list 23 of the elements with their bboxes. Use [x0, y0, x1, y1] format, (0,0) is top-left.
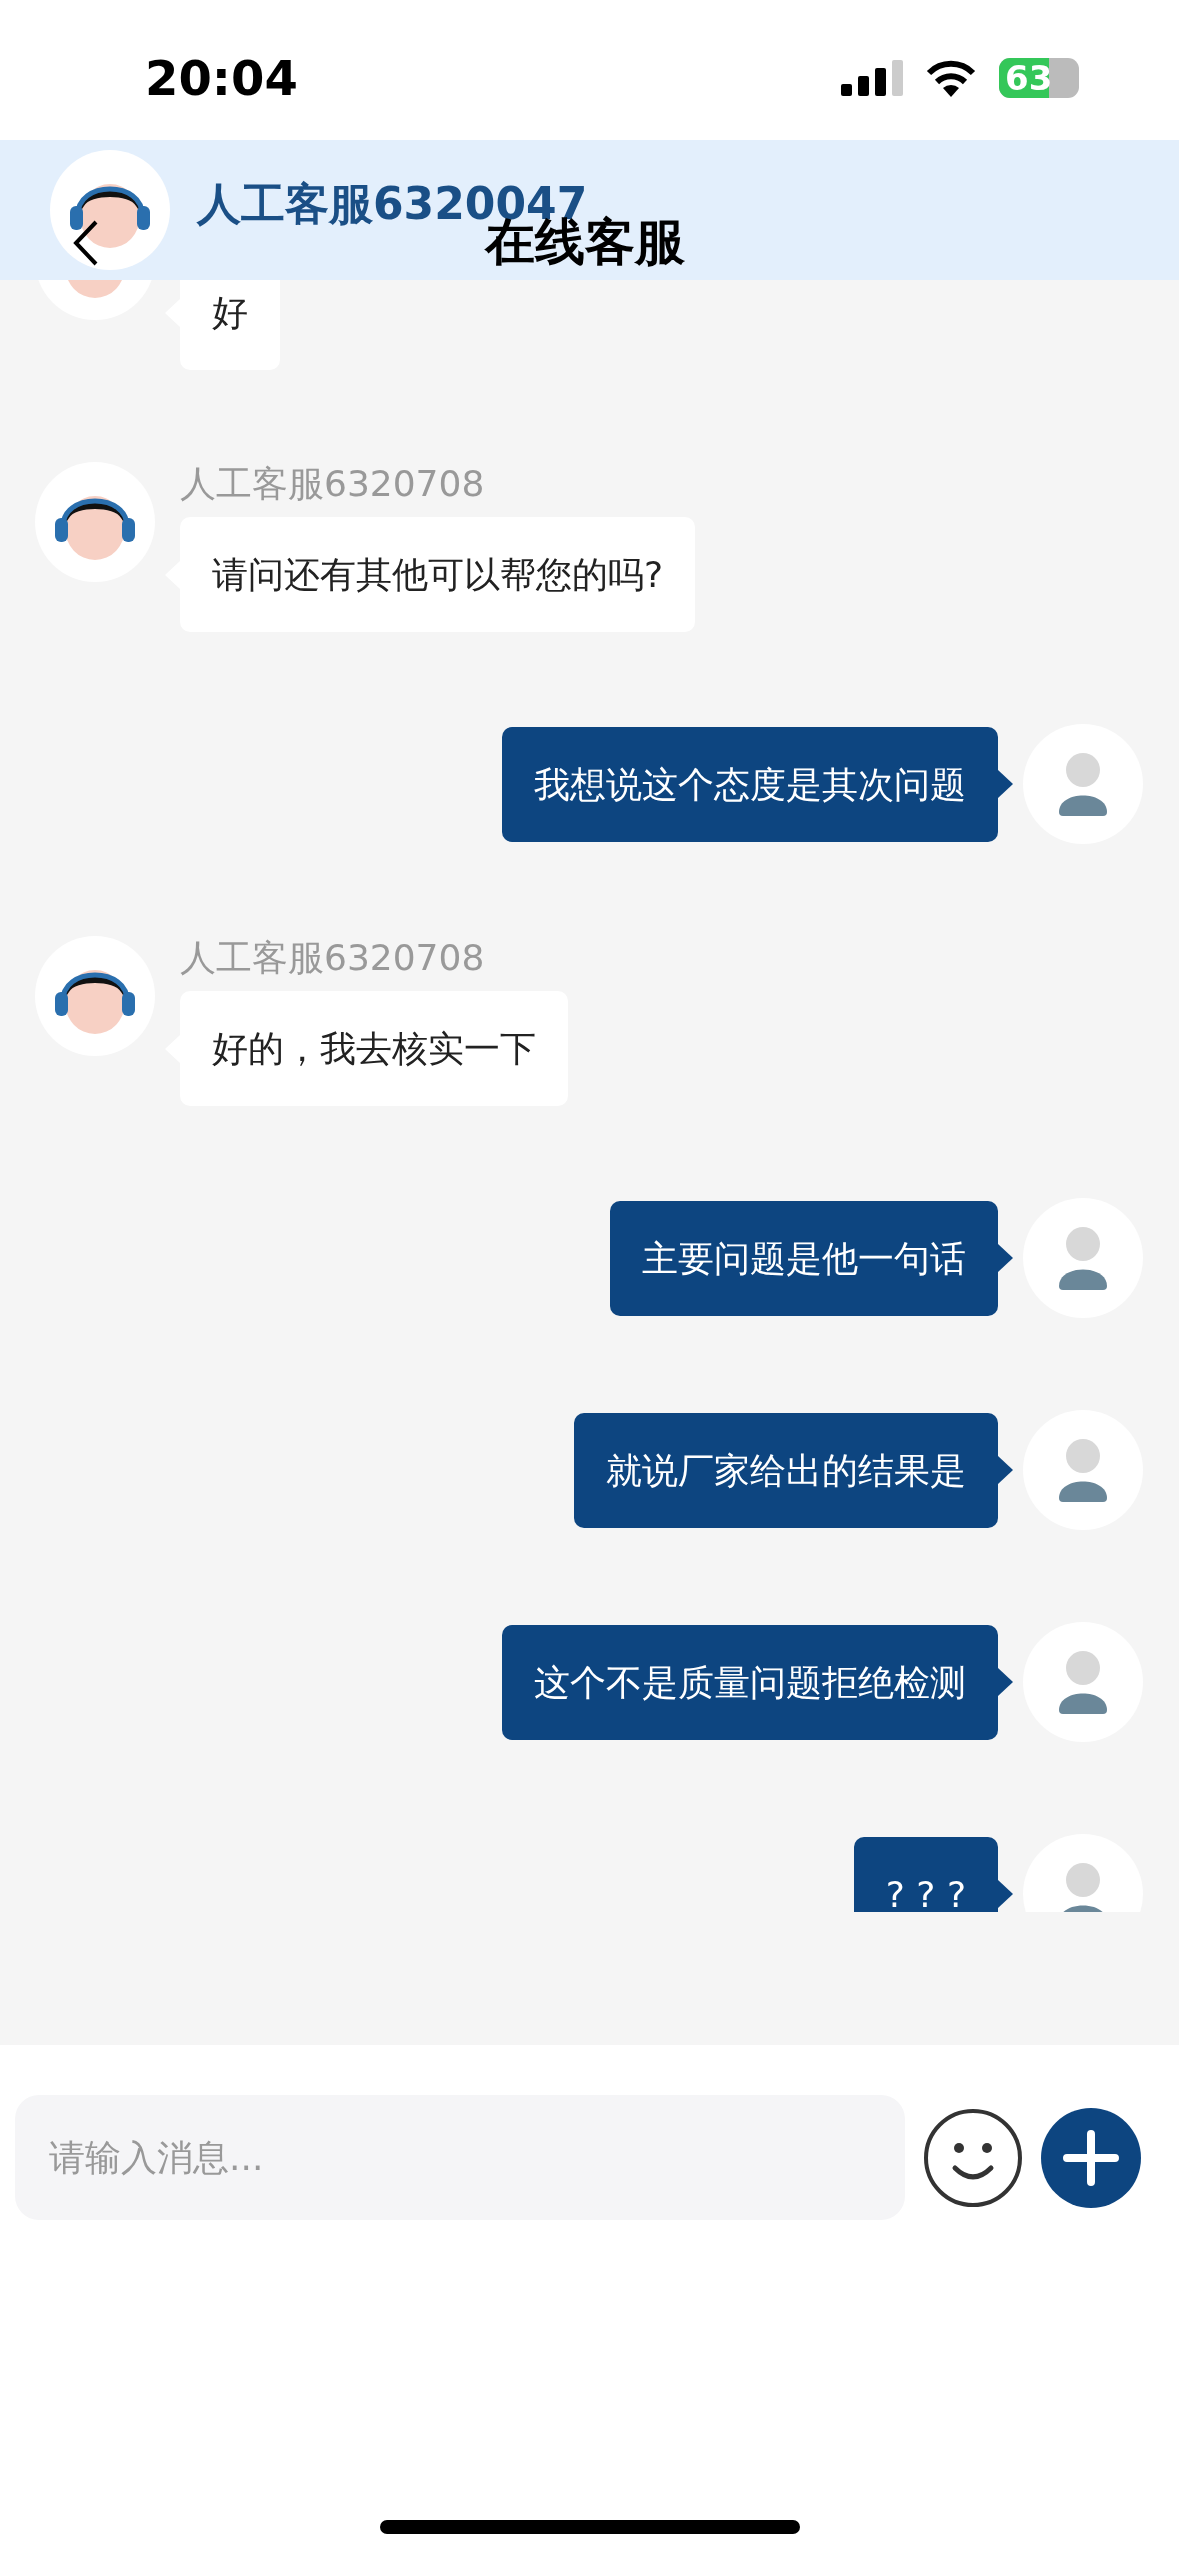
message-bubble: 这个不是质量问题拒绝检测: [502, 1624, 998, 1740]
user-avatar-icon: [1023, 724, 1143, 844]
emoji-icon[interactable]: [923, 2107, 1023, 2208]
agent-avatar-icon: [35, 936, 155, 1056]
agent-name: 人工客服6320708: [180, 936, 485, 980]
status-time: 20:04: [145, 48, 298, 108]
wifi-icon: [925, 58, 977, 97]
user-avatar-icon: [1023, 1410, 1143, 1530]
message-bubble: 请问还有其他可以帮您的吗?: [180, 517, 696, 632]
agent-avatar-icon: [35, 462, 155, 582]
message-bubble: 主要问题是他一句话: [610, 1200, 998, 1316]
message-bubble: 好: [180, 280, 280, 370]
agent-name: 人工客服6320708: [180, 462, 485, 506]
message-bubble: 我想说这个态度是其次问题: [502, 726, 998, 842]
agent-avatar-icon: [50, 150, 170, 270]
signal-icon: [841, 59, 903, 96]
message-bubble: 好的，我去核实一下: [180, 991, 568, 1106]
user-avatar-icon: [1023, 1622, 1143, 1742]
plus-icon[interactable]: [1041, 2107, 1141, 2208]
message-bubble: ? ? ?: [853, 1836, 998, 1912]
message-bubble: 就说厂家给出的结果是: [574, 1412, 998, 1528]
message-input[interactable]: 请输入消息...: [15, 2095, 905, 2220]
user-avatar-icon: [1023, 1198, 1143, 1318]
